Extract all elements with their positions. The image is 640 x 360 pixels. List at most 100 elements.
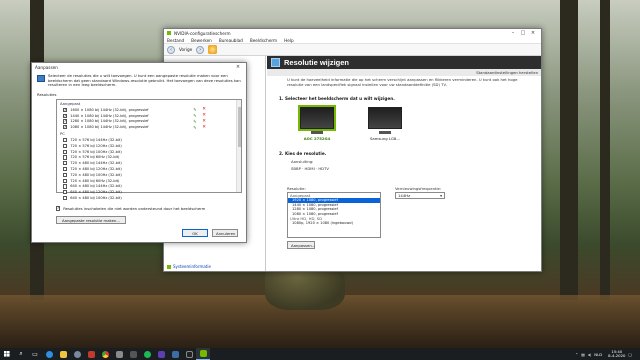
folder-icon-shape <box>59 350 67 358</box>
monitor-option[interactable]: AOC 2752G4 <box>295 106 339 141</box>
menu-bestand[interactable]: Bestand <box>167 38 184 43</box>
app-icon[interactable] <box>126 348 140 360</box>
edge-icon[interactable] <box>42 348 56 360</box>
resolution-row-label: 1600 × 1080 bij 144Hz (32-bit), progress… <box>70 107 149 112</box>
chrome-icon-shape <box>101 350 109 358</box>
page-header: Resolutie wijzigen <box>267 56 541 69</box>
resolution-row-label: 1280 × 1080 bij 144Hz (32-bit), progress… <box>70 119 149 124</box>
back-label[interactable]: Vorige <box>179 47 192 52</box>
edit-pencil-icon[interactable]: ✎ <box>193 125 199 130</box>
search-icon[interactable]: ⌕ <box>14 348 28 360</box>
maximize-icon[interactable]: □ <box>518 30 528 36</box>
resolution-row-label: 720 × 576 bij 120Hz (32-bit) <box>70 143 122 148</box>
restore-defaults-link[interactable]: Standaardinstellingen herstellen <box>267 69 541 76</box>
resolution-list[interactable]: Aangepast 1920 × 1080, progressief 1440 … <box>287 192 381 238</box>
delete-x-icon[interactable]: ✕ <box>202 125 208 130</box>
resolution-checkbox[interactable] <box>63 149 68 154</box>
delete-x-icon[interactable]: ✕ <box>202 107 208 112</box>
checklist-scrollbar[interactable] <box>236 100 241 192</box>
refresh-rate-value: 144Hz <box>398 193 411 198</box>
language-indicator[interactable]: NLD <box>594 352 602 357</box>
monitor-icon <box>368 106 402 129</box>
menu-beeldscherm[interactable]: Beeldscherm <box>250 38 277 43</box>
resolution-checkbox[interactable] <box>63 143 68 148</box>
cancel-button[interactable]: Annuleren <box>212 229 238 237</box>
resolution-checkbox[interactable]: ✓ <box>63 113 68 118</box>
file-explorer-icon[interactable] <box>56 348 70 360</box>
resolution-checkbox[interactable]: ✓ <box>63 119 68 124</box>
background-tree <box>600 0 610 300</box>
dialog-titlebar[interactable]: Aanpassen × <box>32 63 246 71</box>
resolution-checkbox[interactable] <box>63 178 68 183</box>
volume-icon[interactable]: ◂) <box>588 352 591 357</box>
menu-bureaublad[interactable]: Bureaublad <box>219 38 243 43</box>
resolution-checklist[interactable]: Aangepast ✓ 1600 × 1080 bij 144Hz (32-bit… <box>56 99 242 201</box>
edit-pencil-icon[interactable]: ✎ <box>193 113 199 118</box>
close-icon[interactable]: × <box>233 64 243 70</box>
resolution-checkbox[interactable] <box>63 137 68 143</box>
nvidia-titlebar[interactable]: NVIDIA-configuratiescherm – □ × <box>164 29 541 37</box>
resolution-checkbox[interactable] <box>63 155 68 160</box>
home-icon[interactable] <box>208 45 218 54</box>
dialog-title: Aanpassen <box>35 64 58 70</box>
resolution-checkbox[interactable] <box>63 161 68 166</box>
app-icon[interactable] <box>154 348 168 360</box>
spotify-icon[interactable] <box>140 348 154 360</box>
app-icon-shape <box>185 350 193 358</box>
resolution-row-label: 640 × 480 bij 120Hz (32-bit) <box>70 190 122 195</box>
monitor-stand <box>379 130 391 134</box>
tray-chevron-icon[interactable]: ⌃ <box>575 352 578 357</box>
menu-help[interactable]: Help <box>284 38 294 43</box>
customize-button[interactable]: Aanpassen... <box>287 241 315 249</box>
resolution-row-label: 720 × 480 bij 144Hz (32-bit) <box>70 161 122 166</box>
edit-pencil-icon[interactable]: ✎ <box>193 119 199 124</box>
monitor-icon <box>37 75 45 82</box>
refresh-rate-dropdown[interactable]: 144Hz ▾ <box>395 192 445 199</box>
forward-arrow-icon[interactable]: › <box>196 45 205 54</box>
clock-date: 8-4-2020 <box>608 353 626 358</box>
app-icon[interactable] <box>168 348 182 360</box>
enable-unsupported-checkbox[interactable]: ✓ <box>56 206 61 211</box>
connection-value: SBBP · HDMI · HDTV <box>291 165 330 171</box>
scrollbar-thumb[interactable] <box>238 107 241 147</box>
system-info-link[interactable]: Systeeminformatie <box>167 264 211 269</box>
notification-icon[interactable]: ▢ <box>628 352 632 357</box>
resolution-checkbox[interactable] <box>63 184 68 189</box>
monitor-option[interactable]: Samsung LG8... <box>363 106 407 141</box>
menu-bewerken[interactable]: Bewerken <box>191 38 212 43</box>
resolution-checkbox[interactable]: ✓ <box>63 125 68 130</box>
resolution-row-label: 640 × 480 bij 144Hz (32-bit) <box>70 184 122 189</box>
game-icon[interactable] <box>84 348 98 360</box>
delete-x-icon[interactable]: ✕ <box>202 113 208 118</box>
back-arrow-icon[interactable]: ‹ <box>167 45 175 54</box>
minimize-icon[interactable]: – <box>508 30 518 36</box>
steam-icon-shape <box>73 350 81 358</box>
chrome-icon[interactable] <box>98 348 112 360</box>
dialog-intro: Selecteer de resoluties die u wilt toevo… <box>32 71 246 91</box>
resolution-checkbox[interactable] <box>63 190 68 195</box>
delete-x-icon[interactable]: ✕ <box>202 119 208 124</box>
enable-unsupported-option[interactable]: ✓ Resoluties inschakelen die niet worden… <box>56 206 205 211</box>
steam-icon[interactable] <box>70 348 84 360</box>
network-icon[interactable]: ▤ <box>581 352 585 357</box>
ok-button[interactable]: OK <box>182 229 208 237</box>
app-icon[interactable] <box>182 348 196 360</box>
nvidia-taskbar-icon[interactable] <box>196 348 210 360</box>
app-icon-shape <box>129 350 137 358</box>
create-custom-resolution-button[interactable]: Aangepaste resolutie maken... <box>56 216 126 224</box>
resolution-checkbox[interactable] <box>63 172 68 177</box>
resolution-item[interactable]: 1080p, 1920 × 1080 (ingebouwd) <box>288 221 380 226</box>
resolution-checkbox[interactable]: ✓ <box>63 107 68 112</box>
system-info-label: Systeeminformatie <box>173 264 211 269</box>
close-icon[interactable]: × <box>528 30 538 36</box>
system-tray: ⌃ ▤ ◂) NLD 15:40 8-4-2020 ▢ <box>575 349 640 359</box>
resolution-row-label: 720 × 576 bij 144Hz (32-bit) <box>70 138 122 143</box>
clock[interactable]: 15:40 8-4-2020 <box>608 349 626 359</box>
resolution-checkbox[interactable] <box>63 166 68 172</box>
resolution-checkbox[interactable] <box>63 195 68 201</box>
edit-pencil-icon[interactable]: ✎ <box>193 107 199 112</box>
task-view-icon[interactable]: ▭ <box>28 348 42 360</box>
resolution-row[interactable]: 640 × 480 bij 100Hz (32-bit) <box>57 195 241 201</box>
app-icon[interactable] <box>112 348 126 360</box>
start-button[interactable] <box>0 348 14 360</box>
